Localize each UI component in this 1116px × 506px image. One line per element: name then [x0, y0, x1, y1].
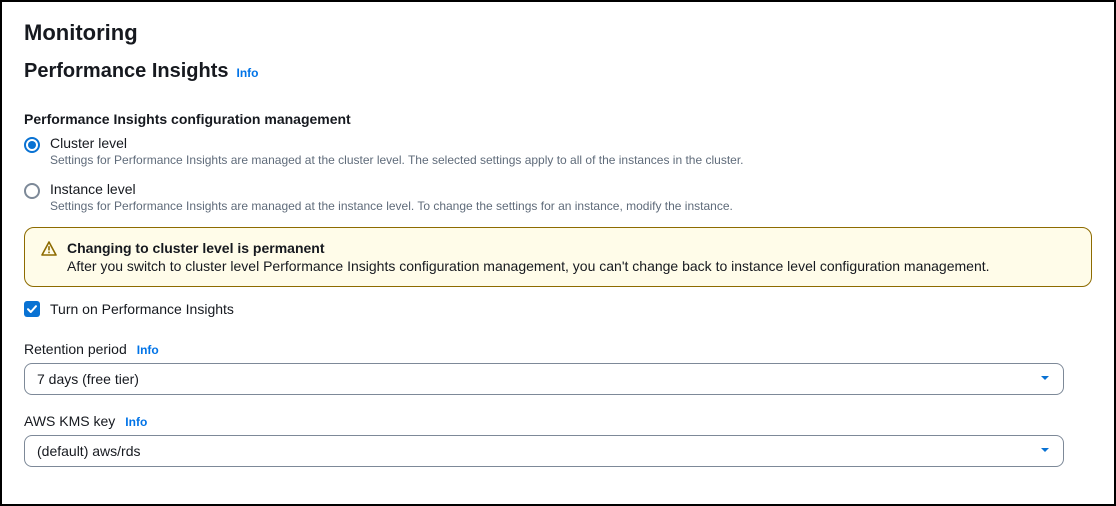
warning-alert: Changing to cluster level is permanent A…	[24, 227, 1092, 287]
kms-key-label: AWS KMS key	[24, 413, 115, 429]
retention-period-label: Retention period	[24, 341, 127, 357]
monitoring-panel: Monitoring Performance Insights Info Per…	[0, 0, 1116, 506]
radio-option-instance-level[interactable]: Instance level Settings for Performance …	[24, 181, 1092, 213]
turn-on-performance-insights-label: Turn on Performance Insights	[50, 301, 234, 317]
retention-period-value: 7 days (free tier)	[37, 371, 139, 387]
performance-insights-info-link[interactable]: Info	[237, 66, 259, 80]
performance-insights-header: Performance Insights Info	[24, 60, 1092, 83]
retention-period-field: Retention period Info 7 days (free tier)	[24, 341, 1092, 395]
radio-instance-level-desc: Settings for Performance Insights are ma…	[50, 199, 733, 213]
retention-period-info-link[interactable]: Info	[137, 343, 159, 357]
performance-insights-title: Performance Insights	[24, 60, 229, 83]
turn-on-performance-insights-checkbox[interactable]	[24, 301, 40, 317]
warning-icon	[41, 241, 57, 274]
radio-cluster-level-desc: Settings for Performance Insights are ma…	[50, 153, 744, 167]
retention-period-select[interactable]: 7 days (free tier)	[24, 363, 1064, 395]
caret-down-icon	[1039, 371, 1051, 387]
radio-cluster-level[interactable]	[24, 137, 40, 153]
config-management-group-label: Performance Insights configuration manag…	[24, 111, 1092, 127]
turn-on-performance-insights-row[interactable]: Turn on Performance Insights	[24, 301, 1092, 317]
kms-key-field: AWS KMS key Info (default) aws/rds	[24, 413, 1092, 467]
caret-down-icon	[1039, 443, 1051, 459]
kms-key-select[interactable]: (default) aws/rds	[24, 435, 1064, 467]
radio-instance-level[interactable]	[24, 183, 40, 199]
radio-option-cluster-level[interactable]: Cluster level Settings for Performance I…	[24, 135, 1092, 167]
kms-key-info-link[interactable]: Info	[125, 415, 147, 429]
check-icon	[26, 303, 38, 315]
kms-key-value: (default) aws/rds	[37, 443, 140, 459]
warning-alert-title: Changing to cluster level is permanent	[67, 240, 990, 256]
warning-alert-body: After you switch to cluster level Perfor…	[67, 258, 990, 274]
radio-instance-level-label: Instance level	[50, 181, 733, 197]
radio-cluster-level-label: Cluster level	[50, 135, 744, 151]
page-title: Monitoring	[24, 20, 1092, 46]
